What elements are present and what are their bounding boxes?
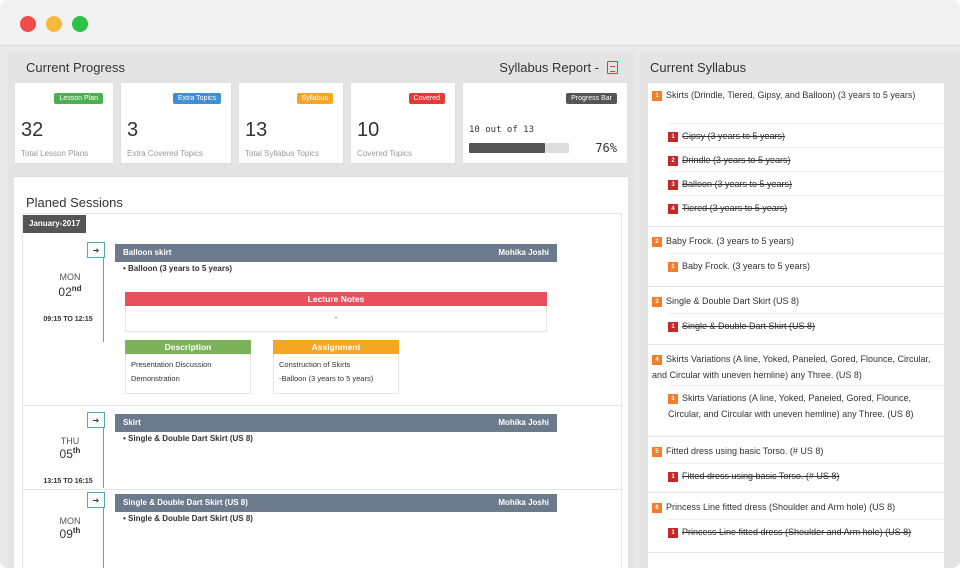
session-day: THU xyxy=(60,436,80,446)
syllabus-topic[interactable]: 6 Princess Line fitted dress (Shoulder an… xyxy=(652,499,895,515)
syllabus-subtopic[interactable]: 1 Fitted dress using basic Torso. (# US 8… xyxy=(668,463,944,487)
session-time: 13:15 TO 16:15 xyxy=(43,478,93,485)
lecture-notes-header: Lecture Notes xyxy=(125,292,547,306)
session-teacher: Mohika Joshi xyxy=(498,248,549,257)
syllabus-subtopic[interactable]: 3 Balloon (3 years to 5 years) xyxy=(668,171,944,195)
extra-topics-label: Extra Covered Topics xyxy=(127,149,203,158)
progress-text: 10 out of 13 xyxy=(469,125,535,135)
syllabus-topic[interactable]: 3 Single & Double Dart Skirt (US 8) xyxy=(652,293,799,309)
session-teacher: Mohika Joshi xyxy=(498,418,549,427)
extra-topics-count: 3 xyxy=(127,119,139,141)
syllabus-subtopic[interactable]: 1 Skirts Variations (A line, Yoked, Panel… xyxy=(668,385,944,429)
syllabus-topic[interactable]: 5 Fitted dress using basic Torso. (# US 8… xyxy=(652,443,823,459)
syllabus-group: 2 Baby Frock. (3 years to 5 years) 1 Baby … xyxy=(648,227,944,287)
syllabus-label: Total Syllabus Topics xyxy=(245,149,320,158)
lesson-plan-label: Total Lesson Plans xyxy=(21,149,89,158)
description-body: Presentation Discussion Demonstration xyxy=(125,354,251,394)
syllabus-subtopic[interactable]: 1 Gipsy (3 years to 5 years) xyxy=(668,123,944,147)
planned-sessions-panel: Planed Sessions January-2017 ➔ MON 02nd … xyxy=(14,176,628,568)
lesson-plan-count: 32 xyxy=(21,119,44,141)
progress-bar xyxy=(469,143,569,153)
progress-bar-fill xyxy=(469,143,545,153)
lesson-plan-card: Lesson Plan 32 Total Lesson Plans xyxy=(14,82,114,164)
syllabus-report-label: Syllabus Report - xyxy=(499,60,599,75)
current-syllabus-title: Current Syllabus xyxy=(650,60,747,75)
session-date: 02nd xyxy=(58,284,82,299)
session-date: 05th xyxy=(59,446,81,461)
covered-badge: Covered xyxy=(408,93,445,104)
extra-topics-badge: Extra Topics xyxy=(173,93,221,104)
session-topic: Balloon skirt xyxy=(123,248,172,257)
syllabus-card: Syllabus 13 Total Syllabus Topics xyxy=(238,82,344,164)
maximize-window-button[interactable] xyxy=(72,16,88,32)
covered-count: 10 xyxy=(357,119,380,141)
session-item: ➔ MON 09th Single & Double Dart Skirt (U… xyxy=(23,492,623,568)
progress-card: Progress Bar 10 out of 13 76% xyxy=(462,82,628,164)
progress-percent: 76% xyxy=(595,141,617,155)
extra-topics-card: Extra Topics 3 Extra Covered Topics xyxy=(120,82,232,164)
session-header[interactable]: Skirt Mohika Joshi xyxy=(115,414,557,432)
syllabus-group: 1 Skirts (Drindle, Tiered, Gipsy, and Bal… xyxy=(648,83,944,227)
month-label: January-2017 xyxy=(23,215,87,233)
title-bar xyxy=(0,0,960,46)
syllabus-subtopic[interactable]: 2 Drindle (3 years to 5 years) xyxy=(668,147,944,171)
pdf-icon[interactable] xyxy=(607,61,618,74)
syllabus-group: 5 Fitted dress using basic Torso. (# US 8… xyxy=(648,437,944,493)
session-separator xyxy=(23,489,623,490)
current-progress-title: Current Progress xyxy=(26,60,125,75)
progress-badge: Progress Bar xyxy=(566,93,617,104)
app-window: Current Progress Syllabus Report - Lesso… xyxy=(0,0,960,568)
sessions-timeline: January-2017 ➔ MON 02nd 09:15 TO 12:15 B… xyxy=(22,213,623,568)
lesson-plan-badge: Lesson Plan xyxy=(54,93,103,104)
current-progress-panel: Current Progress Syllabus Report - Lesso… xyxy=(8,52,634,568)
syllabus-subtopic[interactable]: 1 Princess Line fitted dress (Shoulder an… xyxy=(668,519,944,543)
covered-card: Covered 10 Covered Topics xyxy=(350,82,456,164)
lecture-notes-body: - xyxy=(125,306,547,332)
syllabus-subtopic[interactable]: 4 Tiered (3 years to 5 years) xyxy=(668,195,944,219)
timeline-line xyxy=(103,508,104,568)
syllabus-badge: Syllabus xyxy=(296,93,333,104)
session-separator xyxy=(23,405,623,406)
session-bullet: • Single & Double Dart Skirt (US 8) xyxy=(123,514,253,523)
session-day: MON xyxy=(59,272,81,282)
syllabus-subtopic[interactable]: 1 Baby Frock. (3 years to 5 years) xyxy=(668,253,944,277)
session-topic: Skirt xyxy=(123,418,141,427)
syllabus-count: 13 xyxy=(245,119,268,141)
session-bullet: • Balloon (3 years to 5 years) xyxy=(123,264,233,273)
session-header[interactable]: Balloon skirt Mohika Joshi xyxy=(115,244,557,262)
session-login-icon[interactable]: ➔ xyxy=(87,242,105,258)
syllabus-topic[interactable]: 2 Baby Frock. (3 years to 5 years) xyxy=(652,233,794,249)
syllabus-list: 1 Skirts (Drindle, Tiered, Gipsy, and Bal… xyxy=(648,82,944,568)
session-teacher: Mohika Joshi xyxy=(498,498,549,507)
session-item: ➔ MON 02nd 09:15 TO 12:15 Balloon skirt … xyxy=(23,242,623,406)
minimize-window-button[interactable] xyxy=(46,16,62,32)
session-item: ➔ THU 05th 13:15 TO 16:15 Skirt Mohika J… xyxy=(23,412,623,490)
session-header[interactable]: Single & Double Dart Skirt (US 8) Mohika… xyxy=(115,494,557,512)
syllabus-topic[interactable]: 1 Skirts (Drindle, Tiered, Gipsy, and Bal… xyxy=(652,87,940,103)
session-login-icon[interactable]: ➔ xyxy=(87,492,105,508)
assignment-header: Assignment xyxy=(273,340,399,354)
timeline-line xyxy=(103,258,104,342)
planned-sessions-title: Planed Sessions xyxy=(26,195,123,210)
session-day: MON xyxy=(59,516,81,526)
session-login-icon[interactable]: ➔ xyxy=(87,412,105,428)
session-topic: Single & Double Dart Skirt (US 8) xyxy=(123,498,248,507)
session-date: 09th xyxy=(59,526,81,541)
syllabus-report-link[interactable]: Syllabus Report - xyxy=(499,60,618,75)
current-syllabus-panel: Current Syllabus 1 Skirts (Drindle, Tiere… xyxy=(640,52,960,568)
syllabus-group: 3 Single & Double Dart Skirt (US 8) 1 Sing… xyxy=(648,287,944,345)
covered-label: Covered Topics xyxy=(357,149,412,158)
close-window-button[interactable] xyxy=(20,16,36,32)
syllabus-subtopic[interactable]: 1 Single & Double Dart Skirt (US 8) xyxy=(668,313,944,337)
description-header: Description xyxy=(125,340,251,354)
assignment-body: Construction of Skirts -Balloon (3 years… xyxy=(273,354,399,394)
syllabus-topic[interactable]: 4 Skirts Variations (A line, Yoked, Panel… xyxy=(652,351,940,383)
session-bullet: • Single & Double Dart Skirt (US 8) xyxy=(123,434,253,443)
session-time: 09:15 TO 12:15 xyxy=(43,316,93,323)
syllabus-group: 4 Skirts Variations (A line, Yoked, Panel… xyxy=(648,345,944,437)
syllabus-group: 6 Princess Line fitted dress (Shoulder an… xyxy=(648,493,944,553)
